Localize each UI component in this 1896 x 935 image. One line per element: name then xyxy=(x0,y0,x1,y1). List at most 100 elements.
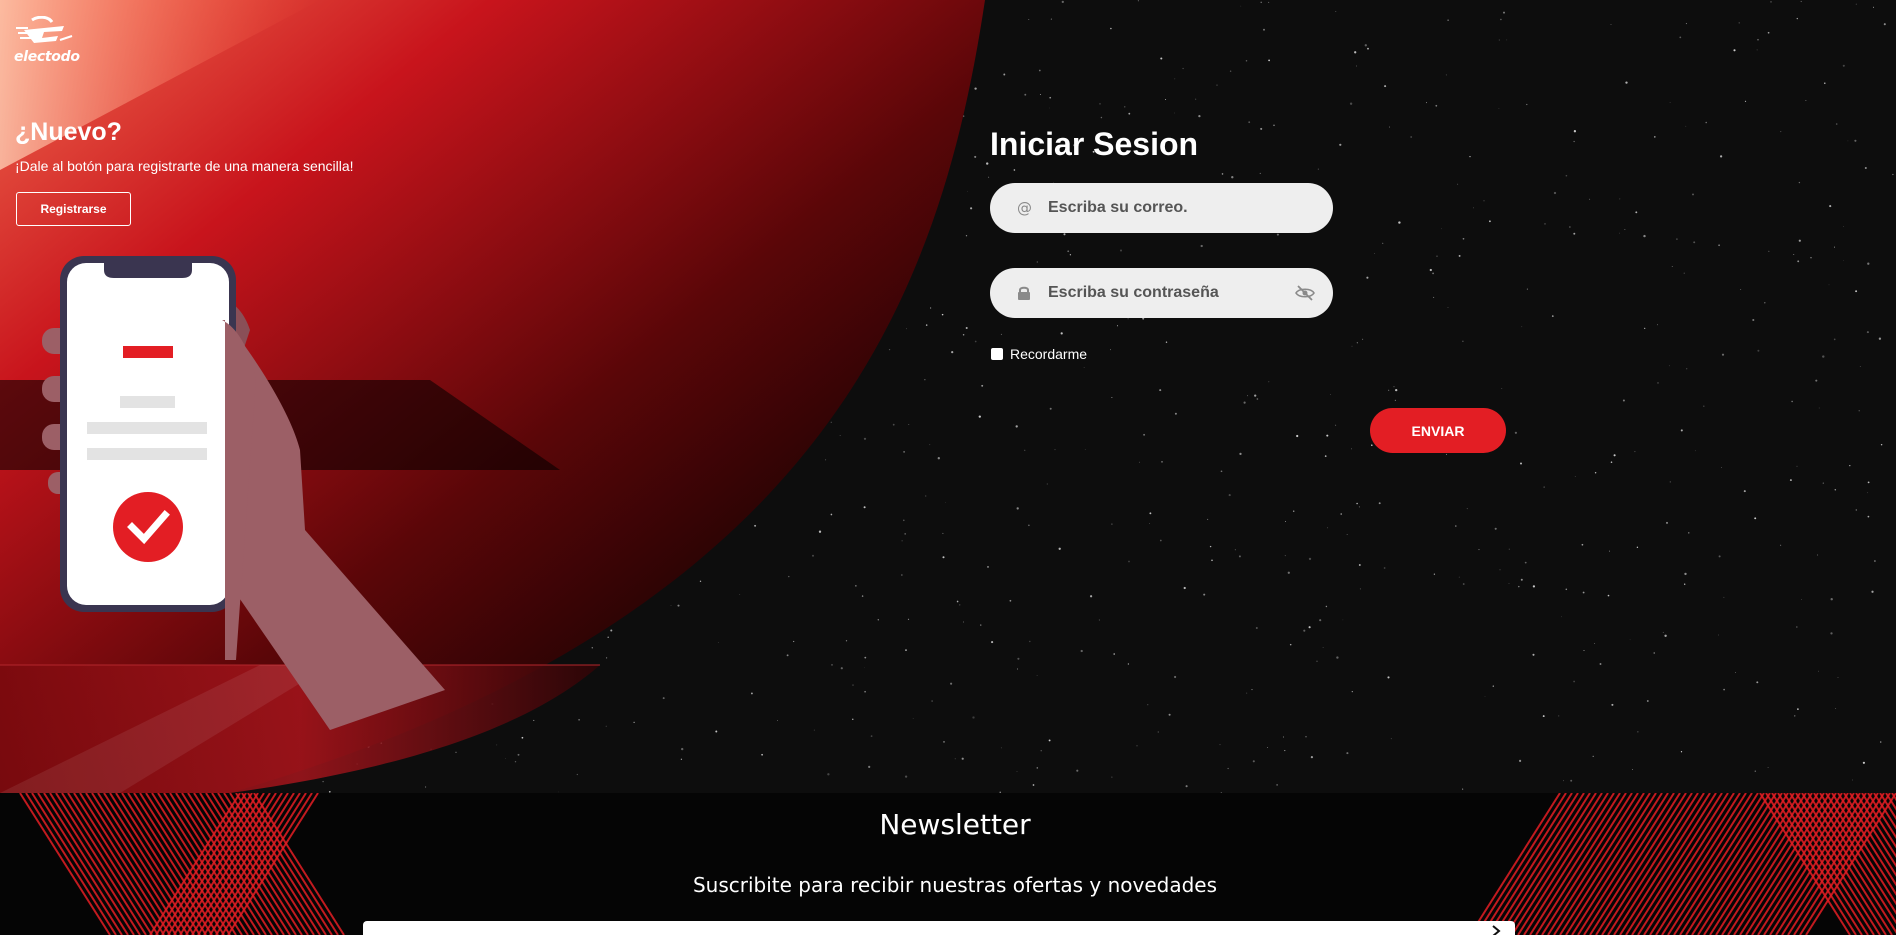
star xyxy=(1478,549,1480,551)
star xyxy=(1209,545,1212,548)
star xyxy=(1565,174,1568,177)
star xyxy=(1834,246,1835,248)
star xyxy=(1024,449,1026,451)
star xyxy=(1028,18,1030,20)
star xyxy=(1592,755,1594,758)
star xyxy=(1185,785,1188,788)
star xyxy=(1284,521,1286,523)
star xyxy=(1634,451,1636,453)
newsletter-email-input[interactable] xyxy=(363,921,1515,935)
star xyxy=(1744,100,1747,103)
star xyxy=(1382,242,1384,244)
star xyxy=(1892,173,1894,176)
star xyxy=(1182,67,1184,70)
star xyxy=(1340,513,1342,515)
password-field[interactable] xyxy=(990,268,1333,318)
star xyxy=(1050,18,1052,20)
star xyxy=(1473,207,1474,209)
star xyxy=(1263,28,1265,31)
star xyxy=(1289,643,1292,646)
star xyxy=(1718,244,1720,247)
register-button[interactable]: Registrarse xyxy=(16,192,131,226)
star xyxy=(1207,518,1209,520)
star xyxy=(1855,509,1858,511)
star xyxy=(1238,555,1241,558)
star xyxy=(1099,103,1101,105)
star xyxy=(1872,6,1875,8)
star xyxy=(1203,593,1206,596)
star xyxy=(1671,266,1673,267)
star xyxy=(1028,524,1030,527)
star xyxy=(1174,78,1176,80)
star xyxy=(1492,685,1494,687)
star xyxy=(1325,605,1328,608)
star xyxy=(1054,449,1056,451)
star xyxy=(1410,136,1413,138)
star xyxy=(1174,675,1177,679)
star xyxy=(1494,527,1497,530)
at-sign-icon: @ xyxy=(1014,198,1034,218)
chevron-right-icon[interactable] xyxy=(1489,924,1503,935)
star xyxy=(1016,668,1019,670)
star xyxy=(1036,767,1039,769)
star xyxy=(1817,554,1819,556)
star xyxy=(1756,681,1759,684)
star xyxy=(1367,47,1369,50)
star xyxy=(1594,643,1596,645)
star xyxy=(1581,543,1584,546)
star xyxy=(1327,527,1329,529)
remember-checkbox[interactable] xyxy=(991,348,1003,360)
star xyxy=(1607,594,1610,597)
star xyxy=(1100,116,1103,119)
star xyxy=(1862,761,1865,764)
star xyxy=(1260,1,1262,4)
star xyxy=(1127,663,1130,665)
star xyxy=(1833,338,1836,341)
star xyxy=(1818,670,1819,672)
star xyxy=(1195,98,1197,100)
star xyxy=(1855,3,1857,5)
star xyxy=(1426,102,1427,104)
star xyxy=(1016,771,1018,772)
star xyxy=(1317,168,1319,170)
star xyxy=(1843,226,1844,227)
electodo-logo[interactable]: electodo xyxy=(14,15,84,66)
star xyxy=(1733,49,1736,52)
star xyxy=(1613,454,1616,457)
submit-button[interactable]: ENVIAR xyxy=(1370,408,1506,453)
star xyxy=(1834,489,1837,491)
star xyxy=(1120,249,1122,252)
star xyxy=(1157,731,1159,733)
remember-me[interactable]: Recordarme xyxy=(991,346,1087,362)
star xyxy=(1174,112,1175,114)
star xyxy=(1800,0,1802,3)
star xyxy=(1221,173,1224,175)
star xyxy=(1098,619,1100,621)
star xyxy=(1032,784,1035,786)
star xyxy=(1793,253,1795,256)
star xyxy=(1610,24,1612,26)
star xyxy=(1542,715,1545,718)
email-input[interactable] xyxy=(1048,199,1278,217)
email-field[interactable]: @ xyxy=(990,183,1333,233)
star xyxy=(1245,59,1248,62)
star xyxy=(1770,1,1772,3)
star xyxy=(1519,759,1522,762)
star xyxy=(1867,515,1870,518)
password-input[interactable] xyxy=(1048,284,1278,302)
register-title: ¿Nuevo? xyxy=(15,118,122,146)
star xyxy=(1362,338,1364,340)
star xyxy=(1589,198,1591,200)
newsletter-section: Newsletter Suscribite para recibir nuest… xyxy=(0,793,1896,935)
star xyxy=(1864,166,1867,170)
star xyxy=(1735,671,1736,673)
star xyxy=(1653,136,1656,138)
star xyxy=(1462,340,1464,342)
star xyxy=(1583,650,1585,652)
star xyxy=(1267,747,1268,748)
star xyxy=(1719,155,1723,158)
star xyxy=(1543,486,1545,488)
eye-slash-icon[interactable] xyxy=(1293,283,1317,303)
star xyxy=(1789,479,1792,482)
star xyxy=(1767,767,1769,769)
